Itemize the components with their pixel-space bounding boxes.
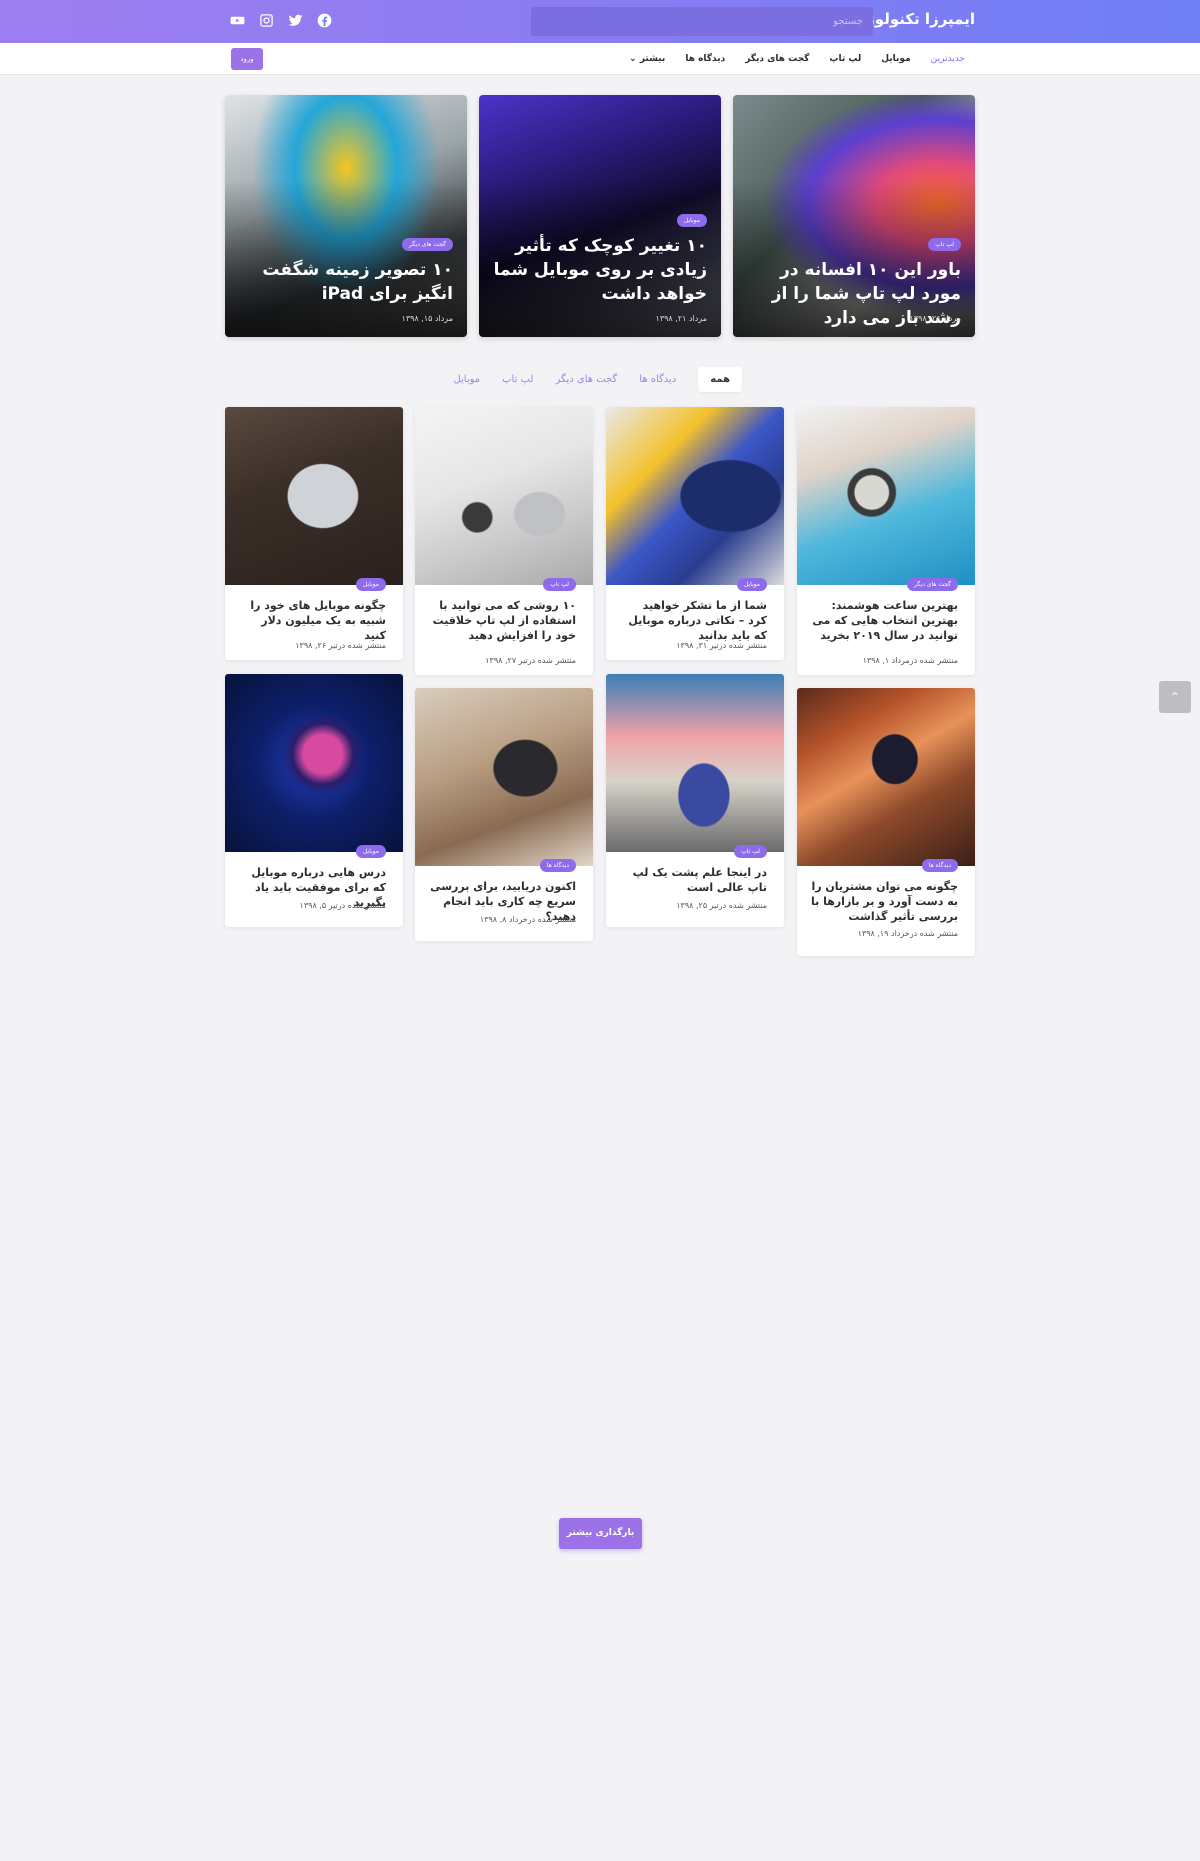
nav-item-more-label: بیشتر [639,54,666,64]
post-image [606,674,784,852]
featured-date: مرداد ۱۵, ۱۳۹۸ [401,314,453,323]
post-image [606,407,784,585]
post-title[interactable]: بهترین ساعت هوشمند: بهترین انتخاب هایی ک… [811,598,958,643]
featured-post[interactable]: گجت های دیگر ۱۰ تصویر زمینه شگفت انگیز ب… [225,95,467,337]
post-image [797,407,975,585]
post-date: منتشر شده درتیر ۲۵, ۱۳۹۸ [676,901,767,910]
post-date: منتشر شده درخرداد ۱۹, ۱۳۹۸ [857,929,958,938]
post-card[interactable]: گجت های دیگر بهترین ساعت هوشمند: بهترین … [797,407,975,675]
nav-item-laptop[interactable]: لپ تاپ [829,54,861,64]
category-badge[interactable]: لپ تاپ [928,238,961,251]
youtube-icon[interactable] [230,13,245,28]
social-links [230,13,332,28]
chevron-down-icon: ⌄ [629,54,637,64]
post-date: منتشر شده درتیر ۲۶, ۱۳۹۸ [295,641,386,650]
category-filter: همه دیدگاه ها گجت های دیگر لپ تاپ موبایل [453,367,742,392]
nav-item-mobile[interactable]: موبایل [881,54,910,64]
post-card[interactable]: لپ تاپ ۱۰ روشی که می توانید با استفاده ا… [415,407,593,675]
nav-item-newest[interactable]: جدیدترین [931,54,965,64]
category-badge[interactable]: دیدگاه ها [921,859,958,872]
nav-item-gadgets[interactable]: گجت های دیگر [745,54,809,64]
filter-laptop[interactable]: لپ تاپ [502,374,533,385]
filter-mobile[interactable]: موبایل [453,374,480,385]
post-title[interactable]: چگونه می توان مشتریان را به دست آورد و ب… [811,879,958,924]
category-badge[interactable]: دیدگاه ها [539,859,576,872]
nav-item-more[interactable]: بیشتر ⌄ [629,54,665,64]
post-date: منتشر شده درتیر ۳۱, ۱۳۹۸ [676,641,767,650]
category-badge[interactable]: موبایل [355,845,386,858]
featured-date: مرداد ۲۱, ۱۳۹۸ [655,314,707,323]
instagram-icon[interactable] [259,13,274,28]
post-card[interactable]: موبایل شما از ما تشکر خواهید کرد – نکاتی… [606,407,784,660]
main-nav: جدیدترین موبایل لپ تاپ گجت های دیگر دیدگ… [0,43,1200,75]
post-image [225,407,403,585]
category-badge[interactable]: گجت های دیگر [401,238,453,251]
featured-post[interactable]: لپ تاپ باور این ۱۰ افسانه در مورد لپ تاپ… [733,95,975,337]
facebook-icon[interactable] [317,13,332,28]
post-card[interactable]: دیدگاه ها چگونه می توان مشتریان را به دس… [797,688,975,956]
scroll-to-top-button[interactable]: ⌃ [1159,681,1191,713]
load-more-button[interactable]: بارگذاری بیشتر [559,1518,642,1549]
category-badge[interactable]: گجت های دیگر [906,578,958,591]
post-date: منتشر شده درخرداد ۸, ۱۳۹۸ [479,915,576,924]
top-header: ایمپرزا تکنولوژی [0,0,1200,43]
featured-date: مرداد ۲۶, ۱۳۹۸ [909,314,961,323]
post-date: منتشر شده درتیر ۲۷, ۱۳۹۸ [485,656,576,665]
featured-title[interactable]: ۱۰ تغییر کوچک که تأثیر زیادی بر روی موبا… [493,234,707,306]
post-title[interactable]: ۱۰ روشی که می توانید با استفاده از لپ تا… [429,598,576,643]
category-badge[interactable]: موبایل [355,578,386,591]
post-title[interactable]: چگونه موبایل های خود را شبیه به یک میلیو… [239,598,386,643]
category-badge[interactable]: لپ تاپ [734,845,767,858]
filter-gadgets[interactable]: گجت های دیگر [555,374,617,385]
post-image [797,688,975,866]
chevron-up-icon: ⌃ [1169,690,1181,704]
post-image [415,688,593,866]
post-title[interactable]: شما از ما تشکر خواهید کرد – نکاتی درباره… [620,598,767,643]
post-image [415,407,593,585]
nav-item-opinions[interactable]: دیدگاه ها [685,54,725,64]
post-card[interactable]: دیدگاه ها اکنون دریابید، برای بررسی سریع… [415,688,593,941]
category-badge[interactable]: موبایل [676,214,707,227]
post-title[interactable]: در اینجا علم پشت یک لپ تاپ عالی است [620,865,767,895]
category-badge[interactable]: موبایل [736,578,767,591]
post-card[interactable]: موبایل درس هایی درباره موبایل که برای مو… [225,674,403,927]
post-date: منتشر شده درمرداد ۱, ۱۳۹۸ [862,656,958,665]
twitter-icon[interactable] [288,13,303,28]
featured-post[interactable]: موبایل ۱۰ تغییر کوچک که تأثیر زیادی بر ر… [479,95,721,337]
post-card[interactable]: موبایل چگونه موبایل های خود را شبیه به ی… [225,407,403,660]
filter-opinions[interactable]: دیدگاه ها [639,374,676,385]
search-input[interactable] [531,7,873,36]
filter-all[interactable]: همه [698,367,742,392]
category-badge[interactable]: لپ تاپ [543,578,576,591]
post-card[interactable]: لپ تاپ در اینجا علم پشت یک لپ تاپ عالی ا… [606,674,784,927]
post-image [225,674,403,852]
featured-title[interactable]: ۱۰ تصویر زمینه شگفت انگیز برای iPad [239,258,453,306]
login-button[interactable]: ورود [231,48,263,70]
post-date: منتشر شده درتیر ۵, ۱۳۹۸ [299,901,386,910]
nav-menu: جدیدترین موبایل لپ تاپ گجت های دیگر دیدگ… [629,43,965,75]
